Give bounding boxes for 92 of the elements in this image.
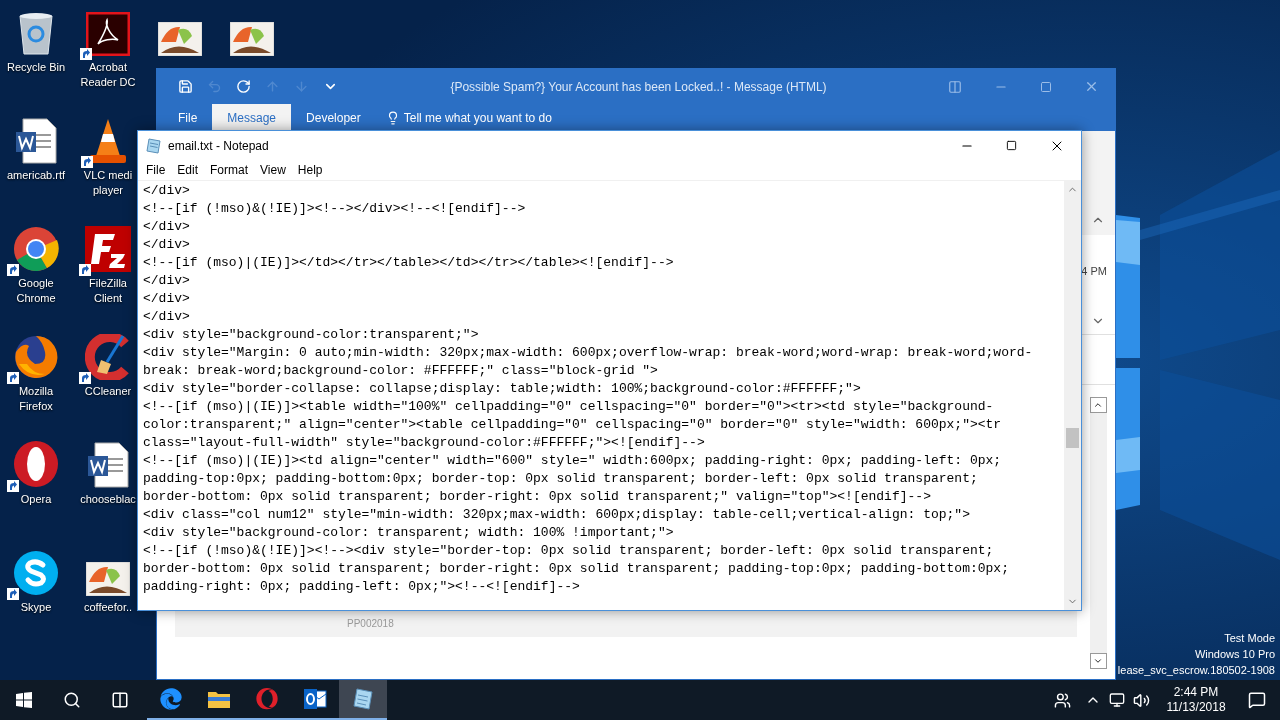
desktop-icon-label[interactable]: americab.rtf — [6, 168, 66, 183]
code-line: <!--[if (mso)|(IE)]></td></tr></table></td></tr></table><![endif]--> — [143, 254, 675, 272]
window-title: {Possible Spam?} Your Account has been Locked..! - Message (HTML) — [449, 78, 828, 96]
code-line: class="layout-full-width" style="background-color:#FFFFFF;"><![endif]--> — [143, 434, 706, 452]
ribbon-tab[interactable]: Message — [212, 104, 292, 131]
desktop-icon-label[interactable]: Google — [18, 276, 54, 291]
code-line: padding-top:0px; padding-bottom:0px; border-top: 0px solid transparent; border-left: 0px solid transparent; — [143, 470, 979, 488]
opera-icon — [256, 688, 278, 710]
code-line: <!--[if (!mso)&(!IE)]><!--><div style="border-top: 0px solid transparent; border-left: 0px solid transparent; — [143, 542, 995, 560]
outlook-icon — [303, 688, 327, 710]
desktop-icon-label[interactable]: coffeefor.. — [83, 600, 133, 615]
task-view-icon — [111, 691, 129, 709]
ccleaner-icon — [85, 334, 131, 380]
windows-logo-icon — [16, 692, 32, 708]
desktop-icon-label[interactable]: Recycle Bin — [6, 60, 66, 75]
refresh-icon[interactable] — [235, 78, 252, 95]
code-line: <!--[if (mso)|(IE)]><td align="center" width="600" style=" width:600px; padding-right: 0px; padding-left: 0px; — [143, 452, 1003, 470]
chrome-icon — [13, 226, 59, 272]
watermark-text: Test Mode — [1224, 631, 1275, 646]
window-title: email.txt - Notepad — [168, 137, 269, 155]
desktop-icon-label[interactable]: Skype — [20, 600, 52, 615]
image-file-icon — [86, 562, 130, 596]
taskbar-app[interactable] — [339, 680, 387, 720]
clock[interactable]: 2:44 PM 11/13/2018 — [1158, 685, 1234, 715]
code-line: <!--[if (mso)|(IE)]><table width="100%" cellpadding="0" cellspacing="0" border="0"><tr><td style="background- — [143, 398, 995, 416]
ribbon-tab[interactable]: Developer — [291, 104, 376, 131]
scrollbar[interactable] — [1064, 181, 1081, 610]
tell-me-search[interactable]: Tell me what you want to do — [385, 104, 552, 131]
network-icon[interactable] — [1109, 692, 1125, 708]
desktop-icon-label[interactable]: FileZilla — [89, 276, 127, 291]
code-line: border-bottom: 0px solid transparent; border-right: 0px solid transparent;" valign="top"><![endif]--> — [143, 488, 932, 506]
desktop-icon-label[interactable]: player — [93, 183, 123, 198]
desktop-icon-label[interactable]: VLC medi — [83, 168, 133, 183]
code-line: </div> — [143, 182, 191, 200]
desktop-icon-label[interactable]: Firefox — [19, 399, 53, 414]
code-line: <div style="background-color:transparent;"> — [143, 326, 480, 344]
menu-item[interactable]: Edit — [171, 161, 205, 179]
scroll-up-icon[interactable] — [1093, 400, 1103, 410]
desktop-icon-label[interactable]: Mozilla — [18, 384, 54, 399]
footer-code: PP002018 — [347, 616, 394, 631]
image-file-icon — [158, 22, 202, 56]
code-line: color:transparent;" align="center"><table cellpadding="0" cellspacing="0" border="0" style="width: 600px;"><tr — [143, 416, 1003, 434]
skype-icon — [13, 550, 59, 596]
scroll-down-icon[interactable] — [1093, 656, 1103, 666]
word-document-icon — [87, 442, 129, 488]
code-line: </div> — [143, 272, 191, 290]
people-icon[interactable] — [1054, 691, 1071, 709]
code-line: padding-right: 0px; padding-left: 0px;"><!--<![endif]--> — [143, 578, 581, 596]
menu-item[interactable]: File — [140, 161, 172, 179]
recycle-bin-icon — [16, 10, 56, 56]
code-line: <!--[if (!mso)&(!IE)]><!--></div><!--<![endif]--> — [143, 200, 527, 218]
code-line: </div> — [143, 290, 191, 308]
opera-icon — [13, 440, 59, 488]
code-line: </div> — [143, 308, 191, 326]
code-line: </div> — [143, 218, 191, 236]
code-line: </div> — [143, 236, 191, 254]
save-icon[interactable] — [177, 78, 194, 95]
maximize-icon[interactable] — [1006, 140, 1017, 151]
edge-icon — [160, 688, 182, 710]
code-line: <div style="border-collapse: collapse;display: table;width: 100%;background-color:#FFFFFF;"> — [143, 380, 862, 398]
scroll-thumb[interactable] — [1066, 428, 1079, 448]
image-file-icon — [230, 22, 274, 56]
watermark-text: lease_svc_escrow.180502-1908 — [1117, 663, 1275, 678]
volume-icon[interactable] — [1133, 691, 1150, 709]
code-line: <div style="Margin: 0 auto;min-width: 320px;max-width: 600px;overflow-wrap: break-word;word-wrap: break-word;word- — [143, 344, 1034, 362]
ribbon-tab[interactable]: File — [163, 104, 213, 131]
notepad-icon — [146, 137, 162, 154]
desktop-icon-label[interactable]: chooseblac — [80, 492, 136, 507]
filezilla-icon — [85, 226, 131, 272]
folder-icon — [207, 689, 231, 709]
code-line: border-bottom: 0px solid transparent; border-right: 0px solid transparent; padding-top:0px; padding-bottom:0px; — [143, 560, 1010, 578]
desktop-icon-label[interactable]: CCleaner — [84, 384, 132, 399]
desktop-icon-label[interactable]: Opera — [20, 492, 52, 507]
code-line: break: break-word;background-color: #FFFFFF;" class="block-grid "> — [143, 362, 659, 380]
code-line: <div class="col num12" style="min-width: 320px;max-width: 600px;display: table-cell;vertical-align: top;"> — [143, 506, 971, 524]
desktop-icon-label[interactable]: Client — [93, 291, 123, 306]
watermark-text: Windows 10 Pro — [1194, 647, 1275, 662]
word-document-icon — [15, 118, 57, 164]
menu-item[interactable]: View — [254, 161, 292, 179]
acrobat-icon — [86, 12, 130, 56]
notification-icon[interactable] — [1248, 691, 1266, 709]
desktop-icon-label[interactable]: Acrobat — [89, 60, 127, 75]
scrollbar[interactable] — [1089, 397, 1107, 669]
desktop-icon-label[interactable]: Chrome — [16, 291, 56, 306]
time-text: 4 PM — [1081, 263, 1107, 279]
desktop-icon-label[interactable]: Reader DC — [80, 75, 136, 90]
menu-item[interactable]: Help — [291, 161, 329, 179]
firefox-icon — [13, 334, 59, 380]
notepad-icon — [352, 688, 374, 710]
code-line: <div style="background-color: transparent; width: 100% !important;"> — [143, 524, 675, 542]
search-icon — [63, 691, 81, 709]
menu-item[interactable]: Format — [204, 161, 255, 179]
